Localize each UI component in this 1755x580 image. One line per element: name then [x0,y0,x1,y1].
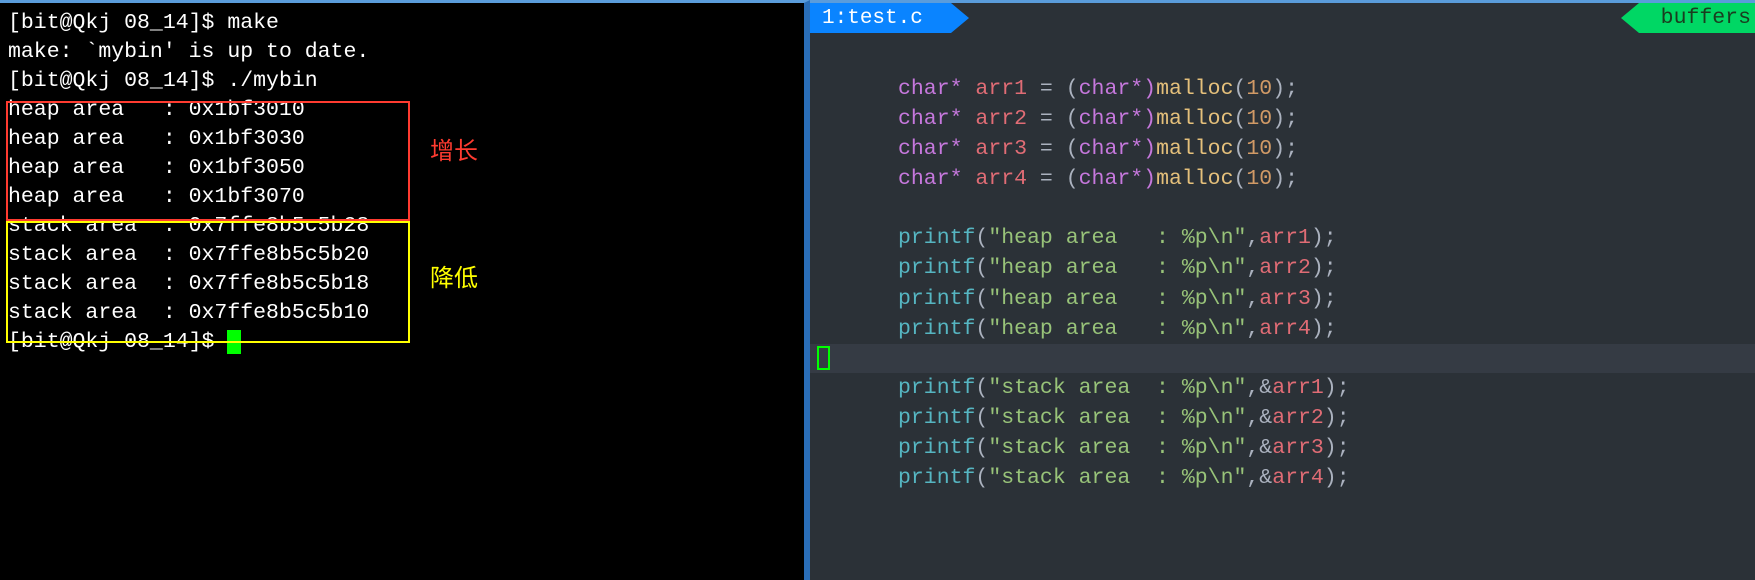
prompt: [bit@Qkj 08_14]$ [8,11,227,35]
annotation-growth: 增长 [430,138,478,170]
heap-line: heap area : 0x1bf3050 [8,154,796,183]
code-line: printf("heap area : %p\n",arr3); [810,284,1755,314]
code-area[interactable]: char* arr1 = (char*)malloc(10); char* ar… [810,33,1755,493]
code-line: char* arr3 = (char*)malloc(10); [810,134,1755,164]
code-line: printf("stack area : %p\n",&arr2); [810,403,1755,433]
code-line: printf("heap area : %p\n",arr4); [810,314,1755,344]
stack-line: stack area : 0x7ffe8b5c5b20 [8,241,796,270]
tab-number: 1: [822,7,847,30]
code-line: char* arr1 = (char*)malloc(10); [810,74,1755,104]
terminal-cursor [227,330,241,354]
tab-test-c[interactable]: 1: test.c [810,3,951,33]
code-line: char* arr2 = (char*)malloc(10); [810,104,1755,134]
stack-line: stack area : 0x7ffe8b5c5b28 [8,212,796,241]
code-line: char* arr4 = (char*)malloc(10); [810,164,1755,194]
code-line: printf("heap area : %p\n",arr2); [810,253,1755,283]
term-line: make: `mybin' is up to date. [8,38,796,67]
stack-line: stack area : 0x7ffe8b5c5b10 [8,299,796,328]
heap-line: heap area : 0x1bf3070 [8,183,796,212]
buffers-indicator[interactable]: buffers [1639,3,1755,33]
tab-filename: test.c [847,7,923,30]
cursor-line [810,344,1755,373]
term-line: [bit@Qkj 08_14]$ make [8,9,796,38]
editor-pane[interactable]: 1: test.c buffers char* arr1 = (char*)ma… [810,0,1755,580]
code-line: printf("heap area : %p\n",arr1); [810,223,1755,253]
blank-line [810,45,1755,74]
prompt: [bit@Qkj 08_14]$ [8,69,227,93]
command: make [227,11,279,35]
stack-line: stack area : 0x7ffe8b5c5b18 [8,270,796,299]
tab-bar: 1: test.c buffers [810,3,1755,33]
code-line: printf("stack area : %p\n",&arr1); [810,373,1755,403]
heap-line: heap area : 0x1bf3030 [8,125,796,154]
heap-line: heap area : 0x1bf3010 [8,96,796,125]
term-line: [bit@Qkj 08_14]$ [8,328,796,357]
prompt: [bit@Qkj 08_14]$ [8,330,227,354]
editor-cursor [817,346,830,370]
term-line: [bit@Qkj 08_14]$ ./mybin [8,67,796,96]
blank-line [810,194,1755,223]
annotation-decrease: 降低 [430,265,478,297]
terminal-pane[interactable]: [bit@Qkj 08_14]$ make make: `mybin' is u… [0,0,810,580]
command: ./mybin [227,69,317,93]
code-line: printf("stack area : %p\n",&arr3); [810,433,1755,463]
code-line: printf("stack area : %p\n",&arr4); [810,463,1755,493]
